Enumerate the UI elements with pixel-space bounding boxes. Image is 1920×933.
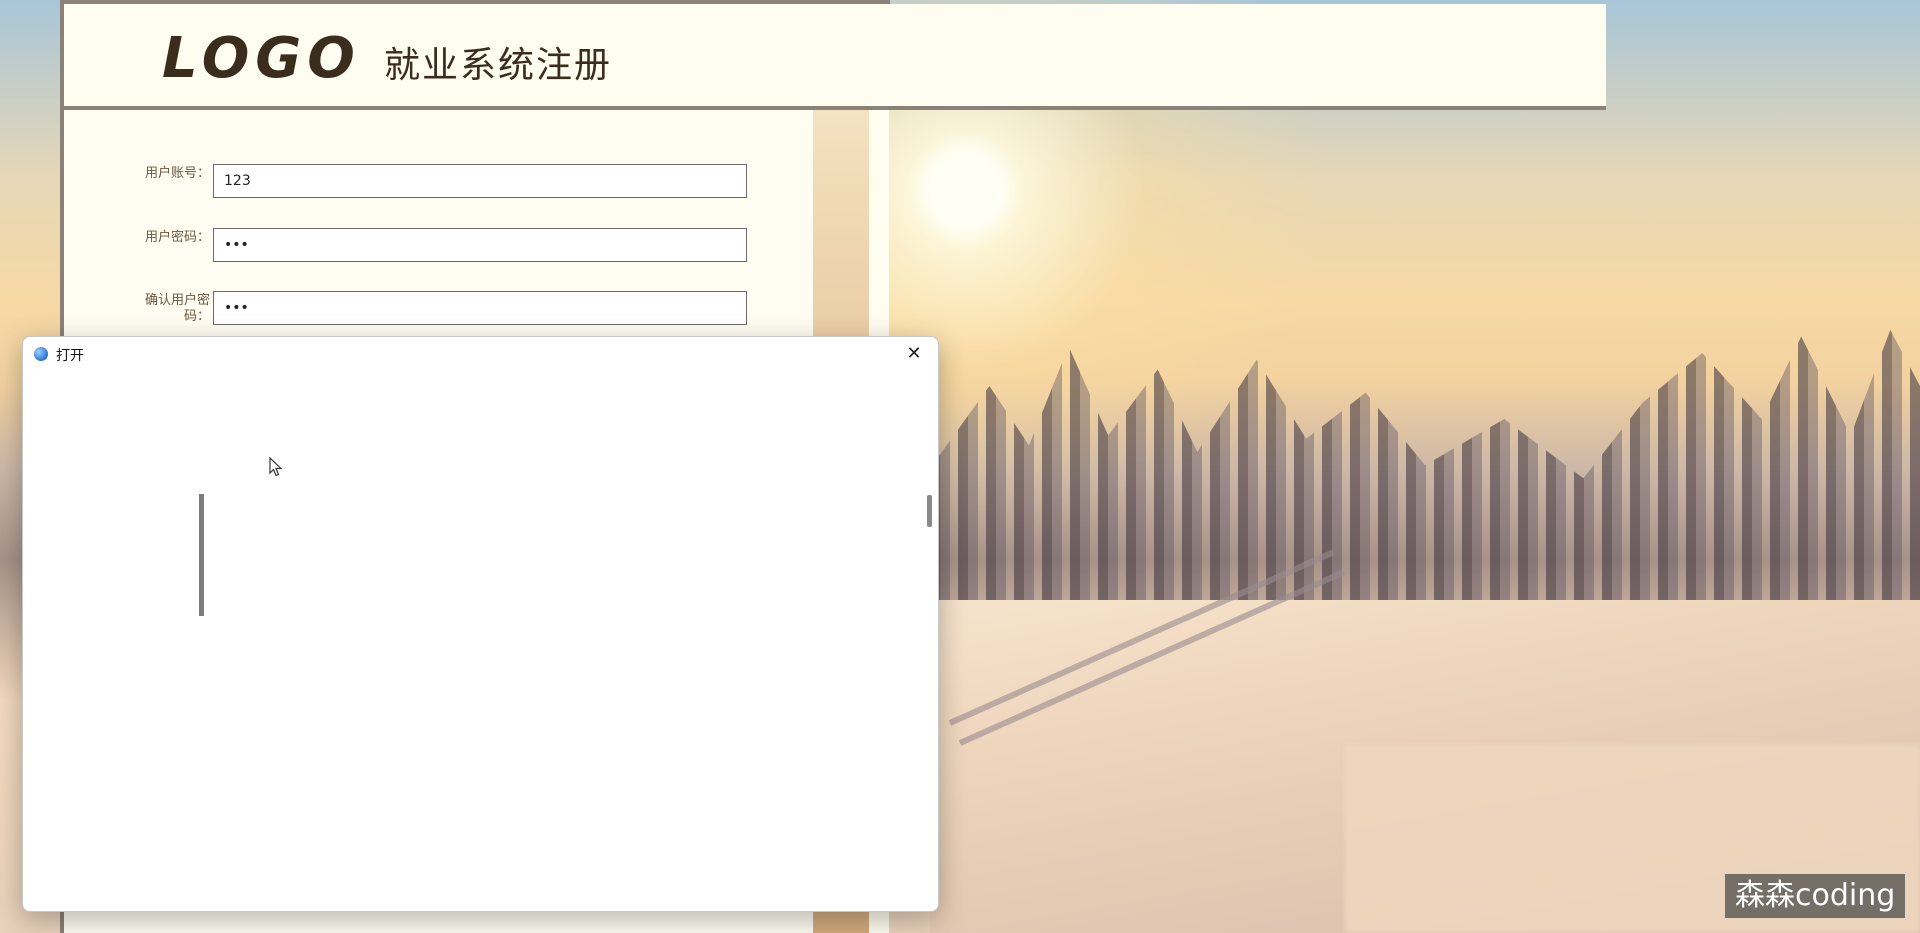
- loading-bar: [199, 494, 204, 616]
- password-row: 用户密码： •••: [64, 228, 817, 268]
- dialog-titlebar[interactable]: 打开 ✕: [23, 337, 938, 371]
- account-input[interactable]: 123: [213, 164, 747, 198]
- confirm-password-input[interactable]: •••: [213, 291, 747, 325]
- page-title: 就业系统注册: [384, 45, 613, 86]
- dialog-title: 打开: [56, 348, 84, 364]
- confirm-password-row: 确认用户密码： •••: [64, 291, 817, 331]
- password-input[interactable]: •••: [213, 228, 747, 262]
- logo: LOGO: [162, 26, 361, 91]
- confirm-password-label: 确认用户密码：: [144, 293, 210, 324]
- close-button[interactable]: ✕: [900, 340, 928, 368]
- account-row: 用户账号： 123: [64, 164, 817, 204]
- page-header: LOGO 就业系统注册: [60, 4, 1606, 110]
- header-border: [60, 0, 890, 4]
- account-label: 用户账号：: [144, 166, 210, 181]
- globe-icon: [34, 347, 48, 361]
- scrollbar[interactable]: [927, 495, 932, 527]
- password-label: 用户密码：: [144, 230, 210, 245]
- open-file-dialog: 打开 ✕: [22, 336, 939, 912]
- watermark: 森森coding: [1725, 874, 1906, 918]
